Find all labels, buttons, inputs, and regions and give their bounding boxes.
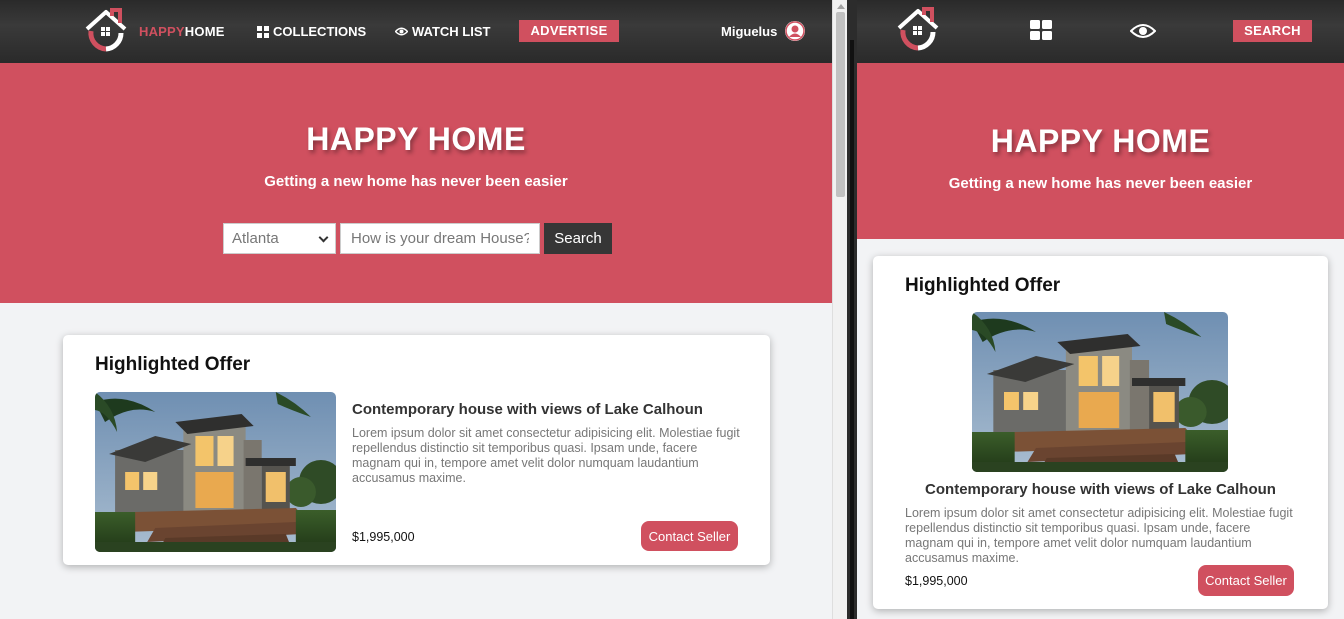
house-photo[interactable]: [95, 392, 336, 552]
contact-seller-button[interactable]: Contact Seller: [1198, 565, 1294, 596]
search-bar: Atlanta Search: [223, 223, 612, 254]
pane-divider-handle[interactable]: [850, 40, 854, 619]
scrollbar-thumb[interactable]: [836, 12, 845, 197]
hero-subtitle: Getting a new home has never been easier: [948, 175, 1253, 192]
mobile-view: SEARCH HAPPY HOME Getting a new home has…: [857, 0, 1344, 619]
property-description: Lorem ipsum dolor sit amet consectetur a…: [905, 506, 1293, 565]
navbar: HAPPYHOME COLLECTIONS WATCH LIST ADVERTI…: [0, 0, 832, 63]
offer-heading: Highlighted Offer: [905, 275, 1061, 296]
hero-title: HAPPY HOME: [306, 121, 526, 157]
scrollbar[interactable]: [832, 0, 847, 619]
eye-icon: [395, 27, 408, 36]
user-menu[interactable]: Miguelus: [721, 21, 806, 41]
hero-subtitle: Getting a new home has never been easier: [264, 173, 568, 190]
house-photo[interactable]: [972, 312, 1228, 472]
user-name: Miguelus: [721, 23, 778, 39]
city-select-value: Atlanta: [232, 230, 279, 247]
logo-icon[interactable]: [895, 6, 941, 52]
nav-watch-list-label: WATCH LIST: [412, 24, 491, 39]
mobile-navbar: SEARCH: [857, 0, 1344, 63]
property-description: Lorem ipsum dolor sit amet consectetur a…: [352, 426, 740, 485]
search-button[interactable]: Search: [544, 223, 612, 254]
brand-accent: HAPPY: [139, 24, 185, 39]
nav-collections-label: COLLECTIONS: [273, 24, 367, 39]
grid-icon[interactable]: [1030, 20, 1052, 40]
offer-heading: Highlighted Offer: [95, 354, 251, 375]
user-avatar-icon: [785, 21, 806, 41]
highlighted-offer-card: Highlighted Offer Contemporary house wit…: [873, 256, 1328, 609]
mobile-hero-banner: HAPPY HOME Getting a new home has never …: [857, 63, 1344, 239]
property-title[interactable]: Contemporary house with views of Lake Ca…: [873, 481, 1328, 498]
city-select[interactable]: Atlanta: [223, 223, 336, 254]
pane-divider[interactable]: [847, 0, 857, 619]
nav-collections[interactable]: COLLECTIONS: [257, 24, 366, 39]
property-price: $1,995,000: [905, 574, 968, 588]
advertise-button[interactable]: ADVERTISE: [519, 20, 619, 42]
property-price: $1,995,000: [352, 530, 415, 544]
chevron-down-icon: [318, 232, 329, 242]
highlighted-offer-card: Highlighted Offer Contemporary house wit…: [63, 335, 770, 565]
scroll-up-arrow-icon[interactable]: [837, 4, 845, 9]
logo-icon[interactable]: [83, 7, 129, 53]
brand-rest: HOME: [184, 24, 225, 39]
mobile-search-button[interactable]: SEARCH: [1233, 20, 1312, 42]
hero-banner: HAPPY HOME Getting a new home has never …: [0, 63, 832, 303]
nav-watch-list[interactable]: WATCH LIST: [395, 24, 490, 39]
hero-title: HAPPY HOME: [990, 123, 1211, 159]
search-input[interactable]: [340, 223, 540, 254]
grid-icon: [257, 25, 269, 38]
brand-name[interactable]: HAPPYHOME: [139, 24, 225, 39]
property-title[interactable]: Contemporary house with views of Lake Ca…: [352, 401, 703, 418]
contact-seller-button[interactable]: Contact Seller: [641, 521, 738, 551]
desktop-view: HAPPYHOME COLLECTIONS WATCH LIST ADVERTI…: [0, 0, 832, 619]
eye-icon[interactable]: [1130, 23, 1156, 39]
